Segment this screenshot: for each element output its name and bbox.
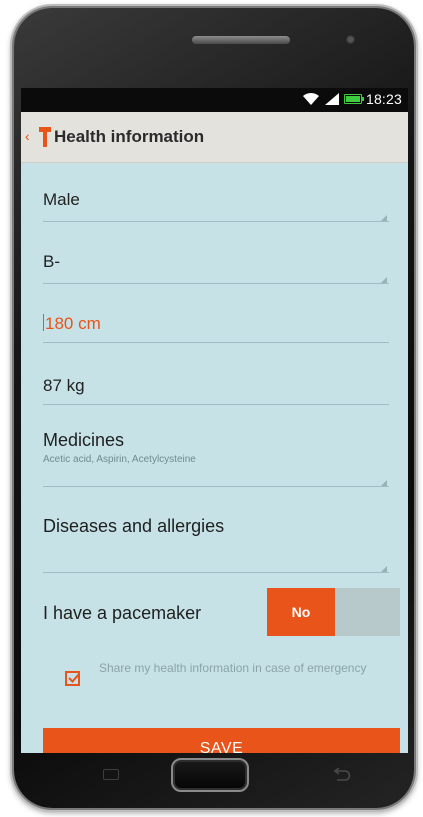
medicines-label: Medicines <box>43 430 125 450</box>
dropdown-corner-icon <box>381 480 387 486</box>
height-value: 180 cm <box>45 314 101 333</box>
front-camera <box>346 35 355 44</box>
height-input[interactable]: 180 cm <box>43 314 389 350</box>
pacemaker-toggle[interactable]: No <box>267 588 400 636</box>
dropdown-corner-icon <box>381 215 387 221</box>
blood-type-select[interactable]: B- <box>43 252 389 288</box>
medicines-field[interactable]: Medicines Acetic acid, Aspirin, Acetylcy… <box>43 430 389 490</box>
share-label: Share my health information in case of e… <box>99 661 367 675</box>
dropdown-corner-icon <box>381 277 387 283</box>
toggle-no-label: No <box>267 588 335 636</box>
field-underline <box>43 572 389 573</box>
home-icon[interactable] <box>171 758 249 792</box>
hardware-nav-bar <box>21 753 408 800</box>
field-underline <box>43 221 389 222</box>
status-time: 18:23 <box>365 91 402 107</box>
diseases-field[interactable]: Diseases and allergies <box>43 516 389 576</box>
app-logo-icon <box>39 127 51 147</box>
chevron-left-icon[interactable]: ‹ <box>25 129 30 143</box>
field-underline <box>43 404 389 405</box>
battery-icon <box>343 94 364 104</box>
weight-input[interactable]: 87 kg <box>43 376 389 412</box>
field-underline <box>43 486 389 487</box>
field-underline <box>43 283 389 284</box>
status-icons: 18:23 <box>302 91 402 107</box>
dropdown-corner-icon <box>381 566 387 572</box>
signal-icon <box>324 93 339 105</box>
diseases-label: Diseases and allergies <box>43 516 225 536</box>
speaker-grille <box>192 36 290 44</box>
pacemaker-label: I have a pacemaker <box>43 603 202 623</box>
weight-value: 87 kg <box>43 376 85 395</box>
gender-select[interactable]: Male <box>43 190 389 226</box>
screen: 18:23 ‹ Health information Male B- 180 c… <box>21 88 408 753</box>
text-cursor <box>43 314 44 331</box>
status-bar: 18:23 <box>21 88 408 112</box>
field-underline <box>43 342 389 343</box>
gender-value: Male <box>43 190 80 209</box>
toggle-track <box>335 588 400 636</box>
save-button[interactable]: SAVE <box>43 728 400 753</box>
blood-type-value: B- <box>43 252 60 271</box>
page-title: Health information <box>54 127 205 146</box>
menu-icon[interactable] <box>103 769 119 780</box>
checkmark-icon <box>68 673 80 683</box>
back-icon[interactable] <box>333 768 351 782</box>
action-bar: ‹ Health information <box>21 112 408 163</box>
share-checkbox[interactable] <box>65 671 80 686</box>
wifi-icon <box>302 92 319 105</box>
medicines-value: Acetic acid, Aspirin, Acetylcysteine <box>43 454 196 465</box>
